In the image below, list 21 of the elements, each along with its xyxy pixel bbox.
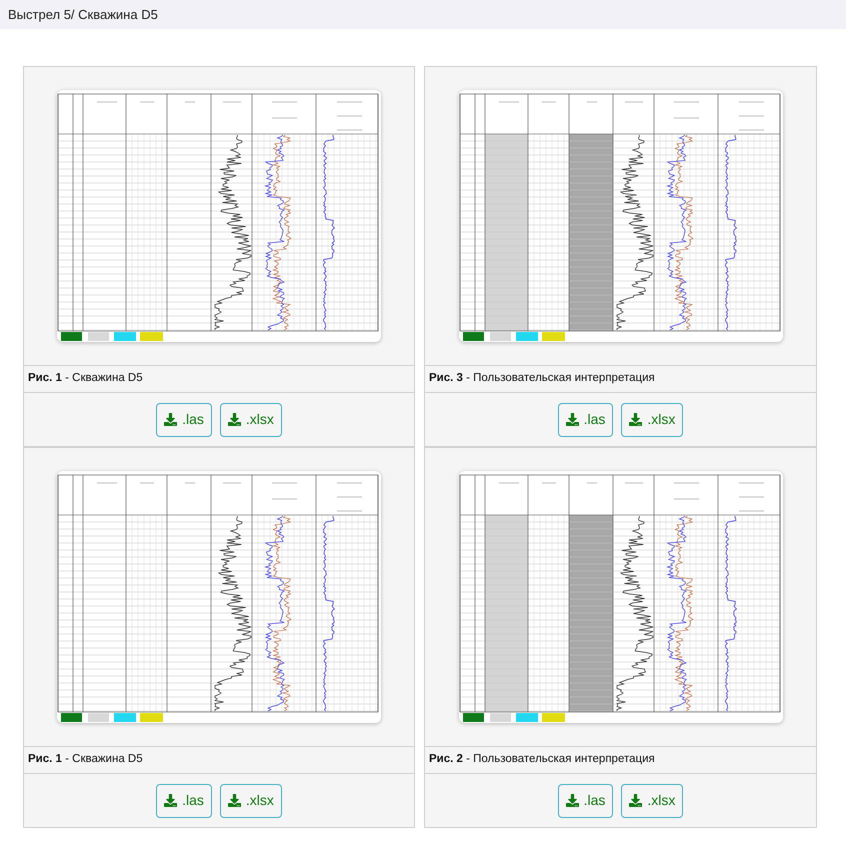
download-icon bbox=[629, 794, 642, 807]
download-button[interactable]: .las bbox=[156, 402, 212, 436]
download-button[interactable]: .xlsx bbox=[621, 784, 684, 818]
download-button[interactable]: .xlsx bbox=[220, 402, 282, 436]
download-icon bbox=[566, 413, 579, 426]
download-button[interactable]: .las bbox=[156, 784, 212, 818]
download-icon bbox=[629, 413, 642, 426]
figure-caption: Рис. 3 - Пользовательская интерпретация bbox=[429, 371, 655, 386]
figure-caption: Рис. 1 - Скважина D5 bbox=[28, 371, 143, 386]
page-title: Выстрел 5/ Скважина D5 bbox=[8, 6, 158, 24]
download-button[interactable]: .las bbox=[558, 784, 614, 818]
figure-caption: Рис. 1 - Скважина D5 bbox=[28, 752, 143, 768]
download-icon bbox=[164, 794, 178, 807]
download-icon bbox=[228, 794, 241, 807]
download-button[interactable]: .las bbox=[558, 402, 614, 436]
download-icon bbox=[164, 413, 178, 426]
download-button[interactable]: .xlsx bbox=[621, 402, 684, 436]
download-button[interactable]: .xlsx bbox=[220, 784, 282, 818]
download-icon bbox=[566, 794, 579, 807]
download-icon bbox=[228, 413, 241, 426]
figure-caption: Рис. 2 - Пользовательская интерпретация bbox=[429, 752, 655, 768]
